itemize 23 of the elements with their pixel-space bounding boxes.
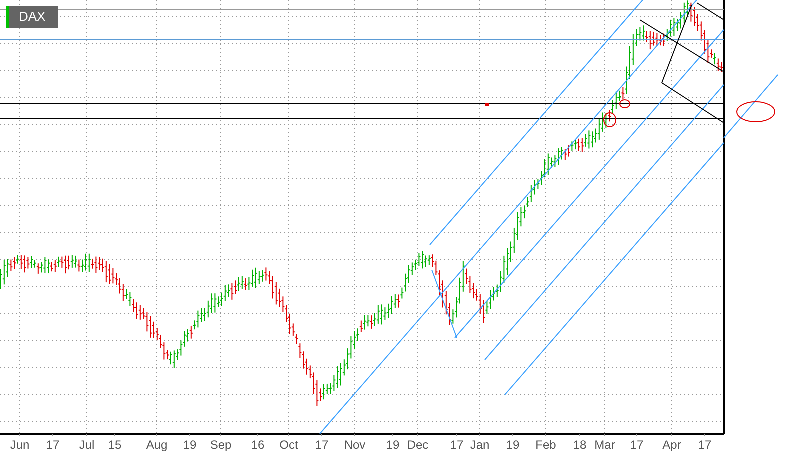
legend-label: DAX: [6, 6, 58, 28]
x-axis-label: 19: [386, 437, 400, 454]
x-axis-label: 16: [251, 437, 265, 454]
x-axis-label: Dec: [407, 437, 429, 454]
x-axis-label: 15: [108, 437, 122, 454]
x-axis-label: 19: [183, 437, 197, 454]
x-axis-label: Sep: [210, 437, 232, 454]
x-axis-label: Jun: [10, 437, 30, 454]
x-axis-label: 17: [630, 437, 644, 454]
x-axis-label: Jul: [79, 437, 95, 454]
x-axis-label: 19: [506, 437, 520, 454]
x-axis-label: Jan: [470, 437, 490, 454]
x-axis-label: 17: [698, 437, 712, 454]
x-axis-label: Apr: [662, 437, 682, 454]
x-axis-label: 18: [573, 437, 587, 454]
x-axis-label: Nov: [344, 437, 366, 454]
x-axis-label: 17: [450, 437, 464, 454]
x-axis-label: Aug: [146, 437, 168, 454]
x-axis-label: Mar: [594, 437, 616, 454]
x-axis-label: 17: [46, 437, 60, 454]
x-axis-label: Oct: [280, 437, 298, 454]
x-axis-label: 17: [315, 437, 329, 454]
x-axis-label: Feb: [536, 437, 556, 454]
